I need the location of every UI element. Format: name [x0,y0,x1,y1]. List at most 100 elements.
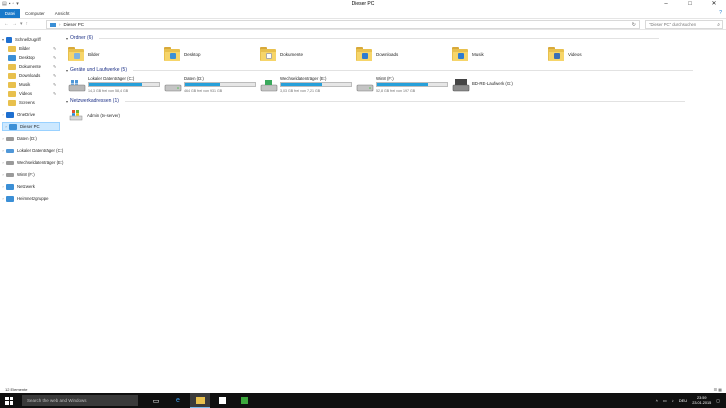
address-bar[interactable]: › Dieser PC ↻ [46,20,640,29]
sidebar-item-this-pc[interactable]: › Dieser PC [2,122,60,131]
group-header-drives[interactable]: ▾ Geräte und Laufwerke (5) [66,67,693,73]
drive-icon [356,84,374,92]
documents-folder-icon [260,47,276,61]
homegroup-icon [6,195,14,202]
sidebar-item-documents[interactable]: Dokumente ✎ [8,62,56,71]
group-divider [133,69,693,71]
sidebar-item-drive-e[interactable]: › Wechseldatenträger (E:) [0,158,63,167]
view-toggle: ☰ ▦ [714,386,723,393]
back-arrow-icon[interactable]: ← [4,21,9,27]
address-row: ← → ▾ ↑ › Dieser PC ↻ "Dieser PC" durchs… [0,18,726,30]
maximize-button[interactable]: □ [678,0,702,9]
drive-c[interactable]: Lokaler Datenträger (C:) 14,3 GB frei vo… [68,76,168,96]
network-tray-icon[interactable]: ▭ [663,398,667,403]
forward-arrow-icon[interactable]: → [12,21,17,27]
pin-icon[interactable]: ✎ [53,91,56,96]
sidebar-item-homegroup[interactable]: › Heimnetzgruppe [0,194,49,203]
sidebar-item-music[interactable]: Musik ✎ [8,80,56,89]
taskbar: Search the web and Windows ▭ e ˄ ▭ ♪ DEU… [0,393,726,408]
documents-folder-icon [8,63,16,70]
close-button[interactable]: ✕ [702,0,726,9]
sidebar-item-downloads[interactable]: Downloads ✎ [8,71,56,80]
tab-computer[interactable]: Computer [20,9,50,18]
tab-ansicht[interactable]: Ansicht [50,9,75,18]
folder-downloads[interactable]: Downloads [356,45,436,63]
ribbon-tabs: Datei Computer Ansicht ? [0,9,726,18]
network-location-admin[interactable]: Admin (tv-server) [69,109,120,121]
system-tray: ˄ ▭ ♪ DEU 23:59 23.01.2015 ▢ [656,393,720,408]
sidebar-item-videos[interactable]: Videos ✎ [8,89,56,98]
up-arrow-icon[interactable]: ↑ [26,21,29,27]
tab-datei[interactable]: Datei [0,9,20,18]
new-folder-icon[interactable]: ▫ [13,0,15,9]
chevron-up-icon[interactable]: ˄ [656,398,658,403]
details-view-icon[interactable]: ☰ [714,387,718,392]
volume-icon[interactable]: ♪ [672,398,674,403]
drive-g[interactable]: BD-RE-Laufwerk (G:) [452,76,552,96]
search-icon[interactable]: ⌕ [717,21,720,29]
drive-icon [164,84,182,92]
sidebar-item-drive-d[interactable]: › Daten (D:) [0,134,37,143]
xbox-icon[interactable] [234,393,254,408]
clock[interactable]: 23:59 23.01.2015 [692,396,711,406]
sidebar-item-pictures[interactable]: Bilder ✎ [8,44,56,53]
group-divider [99,37,660,39]
task-view-icon[interactable]: ▭ [146,393,166,408]
folder-desktop[interactable]: Desktop [164,45,244,63]
sidebar-item-drive-c[interactable]: › Lokaler Datenträger (C:) [0,146,63,155]
computer-icon [50,22,56,27]
pin-icon[interactable]: ✎ [53,64,56,69]
folder-music[interactable]: Musik [452,45,532,63]
language-indicator[interactable]: DEU [679,398,687,403]
collapse-chevron-icon[interactable]: ▾ [66,99,68,104]
sidebar-item-quick-access[interactable]: ▾ Schnellzugriff [0,35,41,44]
group-header-folders[interactable]: ▾ Ordner (6) [66,35,660,41]
sidebar-item-drive-f[interactable]: › Win8 (F:) [0,170,34,179]
chevron-down-icon[interactable]: ▾ [16,0,19,9]
drive-d[interactable]: Daten (D:) 464 GB frei von 931 GB [164,76,264,96]
pin-icon[interactable]: ✎ [53,82,56,87]
search-input[interactable]: "Dieser PC" durchsuchen ⌕ [645,20,723,29]
internet-explorer-icon[interactable]: e [168,393,188,408]
folder-pictures[interactable]: Bilder [68,45,148,63]
quick-access-toolbar: ▤ ▪ ▫ ▾ [0,0,19,9]
breadcrumb[interactable]: Dieser PC [64,22,85,27]
tiles-view-icon[interactable]: ▦ [718,387,722,392]
taskbar-search-input[interactable]: Search the web and Windows [22,395,138,406]
start-button[interactable] [0,393,18,408]
usb-drive-icon [260,80,278,92]
breadcrumb-chevron-icon[interactable]: › [59,22,61,27]
folder-documents[interactable]: Dokumente [260,45,340,63]
collapse-chevron-icon[interactable]: ▾ [66,68,68,73]
drive-icon [6,172,14,177]
drive-f[interactable]: Win8 (F:) 52,8 GB frei von 197 GB [356,76,456,96]
refresh-icon[interactable]: ↻ [632,21,636,29]
collapse-chevron-icon[interactable]: ▾ [66,36,68,41]
file-explorer-icon[interactable] [190,393,210,408]
pictures-folder-icon [8,45,16,52]
music-folder-icon [8,81,16,88]
sidebar-item-network[interactable]: › Netzwerk [0,182,35,191]
minimize-button[interactable]: – [654,0,678,9]
store-icon[interactable] [212,393,232,408]
sidebar-item-onedrive[interactable]: › OneDrive [0,110,35,119]
content-pane: ▾ Ordner (6) Bilder Desktop Dokumente Do… [66,31,726,386]
folder-videos[interactable]: Videos [548,45,628,63]
pin-icon[interactable]: ✎ [53,46,56,51]
star-icon [6,36,12,43]
group-header-network[interactable]: ▾ Netzwerkadressen (1) [66,98,685,104]
properties-icon[interactable]: ▪ [9,0,11,9]
pin-icon[interactable]: ✎ [53,73,56,78]
help-icon[interactable]: ? [719,9,722,18]
pin-icon[interactable]: ✎ [53,55,56,60]
drive-usage-fill [377,83,429,86]
status-bar: 12 Elemente ☰ ▦ [0,386,726,393]
recent-chevron-icon[interactable]: ▾ [20,21,23,27]
sidebar-item-desktop[interactable]: Desktop ✎ [8,53,56,62]
folder-icon[interactable]: ▤ [2,0,7,9]
notifications-icon[interactable]: ▢ [716,398,720,403]
sidebar-item-screens[interactable]: Screens [8,98,35,107]
window-title: Dieser PC [351,1,375,7]
network-icon [6,183,14,190]
drive-e[interactable]: Wechseldatenträger (E:) 3,03 GB frei von… [260,76,360,96]
